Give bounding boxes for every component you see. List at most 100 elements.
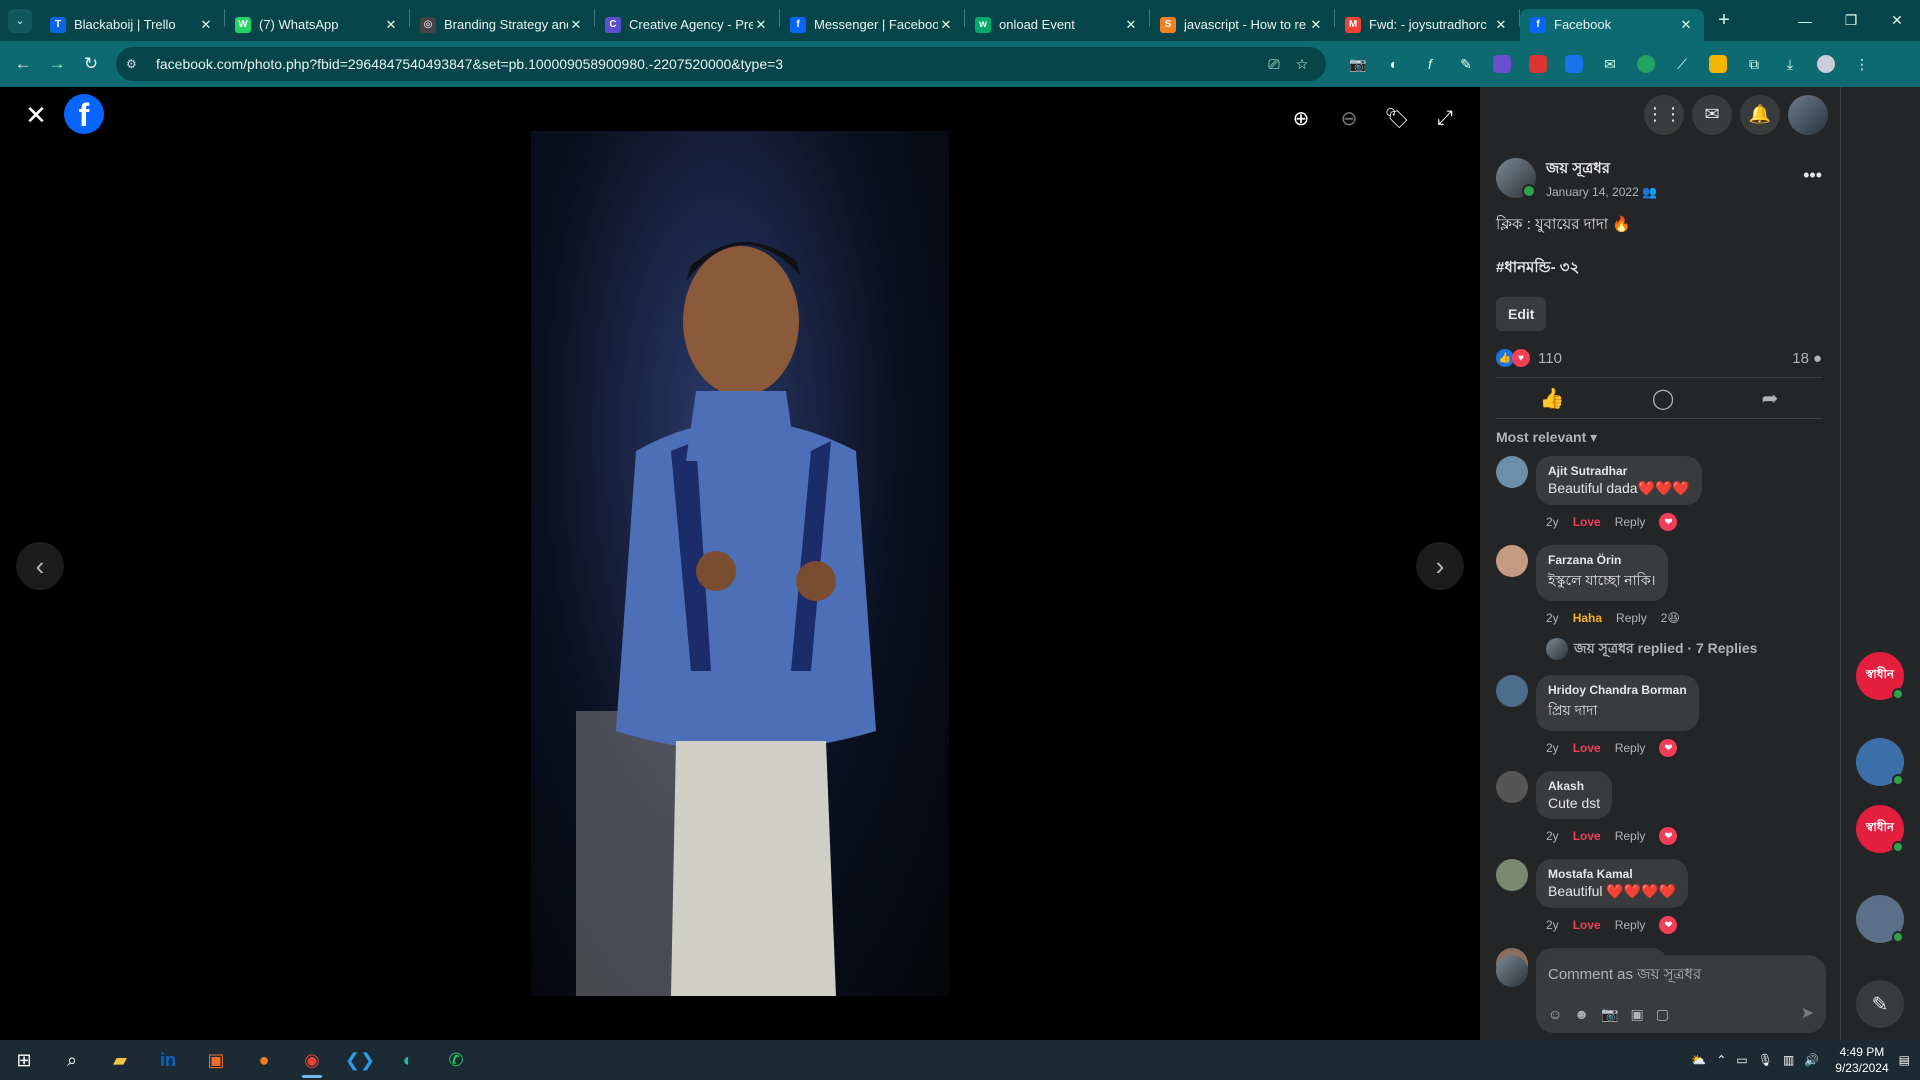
microphone-icon[interactable]: 🎙	[1758, 1053, 1773, 1067]
commenter-avatar[interactable]	[1496, 859, 1528, 891]
comment-reaction-badge[interactable]: 2😆	[1661, 609, 1680, 627]
edge-icon[interactable]: ◐	[384, 1040, 432, 1080]
comment-time[interactable]: 2y	[1546, 829, 1559, 843]
mail-extension-icon[interactable]: ✉	[1592, 49, 1628, 79]
file-explorer-icon[interactable]: ▰	[96, 1040, 144, 1080]
author-avatar[interactable]	[1496, 158, 1536, 198]
close-tab-icon[interactable]: ✕	[383, 17, 399, 33]
send-icon[interactable]: ➤	[1801, 1003, 1814, 1023]
commenter-avatar[interactable]	[1496, 771, 1528, 803]
comment-reaction-badge[interactable]: ❤	[1659, 739, 1678, 757]
close-tab-icon[interactable]: ✕	[753, 17, 769, 33]
account-avatar[interactable]	[1788, 94, 1828, 135]
commenter-name[interactable]: Akash	[1548, 779, 1600, 793]
comment-time[interactable]: 2y	[1546, 611, 1559, 625]
messenger-icon[interactable]: ✉	[1692, 94, 1732, 135]
browser-tab[interactable]: f Facebook ✕	[1520, 8, 1704, 41]
whatsapp-icon[interactable]: ✆	[432, 1040, 480, 1080]
close-tab-icon[interactable]: ✕	[198, 17, 214, 33]
contact-avatar[interactable]	[1856, 895, 1904, 943]
reload-icon[interactable]: ↻	[74, 47, 108, 81]
fullscreen-icon[interactable]: ⤢	[1430, 103, 1460, 133]
tray-chevron-icon[interactable]: ⌃	[1716, 1053, 1726, 1067]
commenter-avatar[interactable]	[1496, 545, 1528, 577]
reply-button[interactable]: Reply	[1615, 515, 1646, 529]
app-icon[interactable]: ●	[240, 1040, 288, 1080]
comment-reaction-badge[interactable]: ❤	[1659, 827, 1678, 845]
next-photo-button[interactable]: ›	[1416, 542, 1464, 590]
new-tab-button[interactable]: +	[1710, 7, 1738, 35]
pen-extension-icon[interactable]: ✎	[1448, 49, 1484, 79]
post-date[interactable]: January 14, 2022	[1546, 185, 1639, 199]
notifications-bell-icon[interactable]: 🔔	[1740, 94, 1780, 135]
comment-reaction-badge[interactable]: ❤	[1659, 916, 1678, 934]
extension-icon[interactable]	[1556, 49, 1592, 79]
volume-icon[interactable]: 🔊	[1804, 1053, 1819, 1067]
browser-tab[interactable]: ◎ Branding Strategy and ✕	[410, 9, 594, 41]
camera-extension-icon[interactable]: 📷	[1340, 49, 1376, 79]
start-windows-icon[interactable]: ⊞	[0, 1040, 48, 1080]
close-tab-icon[interactable]: ✕	[1123, 17, 1139, 33]
zoom-in-icon[interactable]: ⊕	[1286, 103, 1316, 133]
post-hashtag[interactable]: #ধানমন্ডি- ৩২	[1496, 256, 1822, 281]
more-options-icon[interactable]: •••	[1803, 165, 1822, 186]
weather-icon[interactable]: ⛅	[1691, 1053, 1706, 1067]
back-icon[interactable]: ←	[6, 47, 40, 81]
edit-button[interactable]: Edit	[1496, 297, 1547, 331]
new-message-icon[interactable]: ✎	[1856, 980, 1904, 1028]
like-button[interactable]: 👍	[1540, 386, 1565, 411]
zoom-out-icon[interactable]: ⊖	[1334, 103, 1364, 133]
sticker-icon[interactable]: ▢	[1656, 1006, 1669, 1023]
font-extension-icon[interactable]: f	[1412, 49, 1448, 79]
vscode-icon[interactable]: ❮❯	[336, 1040, 384, 1080]
commenter-name[interactable]: Mostafa Kamal	[1548, 867, 1676, 881]
commenter-name[interactable]: Farzana Örin	[1548, 553, 1656, 567]
comment-time[interactable]: 2y	[1546, 918, 1559, 932]
browser-tab[interactable]: T Blackaboij | Trello ✕	[40, 9, 224, 41]
extension-icon[interactable]	[1700, 49, 1736, 79]
extension-icon[interactable]: ◐	[1376, 49, 1412, 79]
commenter-name[interactable]: Ajit Sutradhar	[1548, 464, 1690, 478]
reply-button[interactable]: Reply	[1616, 611, 1647, 625]
menu-grid-icon[interactable]: ⋮⋮	[1644, 94, 1684, 135]
reply-button[interactable]: Reply	[1615, 918, 1646, 932]
reply-button[interactable]: Reply	[1615, 829, 1646, 843]
commenter-name[interactable]: Hridoy Chandra Borman	[1548, 683, 1687, 697]
comment-button[interactable]: ◯	[1652, 386, 1674, 411]
linkedin-icon[interactable]: in	[144, 1040, 192, 1080]
browser-menu-icon[interactable]: ⋮	[1844, 49, 1880, 79]
camera-icon[interactable]: 📷	[1601, 1006, 1618, 1023]
forward-icon[interactable]: →	[40, 47, 74, 81]
site-info-icon[interactable]: ⚙	[126, 57, 148, 71]
comment-count[interactable]: 18 ●	[1792, 350, 1822, 367]
bookmark-star-icon[interactable]: ☆	[1288, 56, 1316, 73]
view-replies-link[interactable]: জয় সূত্রধর replied · 7 Replies	[1546, 637, 1822, 661]
browser-tab[interactable]: M Fwd: - joysutradhorc ✕	[1335, 9, 1519, 41]
contact-avatar[interactable]: স্বাধীন	[1856, 805, 1904, 853]
browser-tab[interactable]: Sjavascript - How to re ✕	[1150, 9, 1334, 41]
extension-icon[interactable]	[1520, 49, 1556, 79]
comment-input[interactable]: Comment as জয় সূত্রধর ☺ ☻ 📷 ▣ ▢ ➤	[1536, 955, 1826, 1033]
sort-comments-dropdown[interactable]: Most relevant ▾	[1496, 429, 1822, 446]
comment-time[interactable]: 2y	[1546, 515, 1559, 529]
comment-time[interactable]: 2y	[1546, 741, 1559, 755]
facebook-logo[interactable]: f	[64, 94, 104, 134]
author-name[interactable]: জয় সূত্রধর	[1546, 157, 1657, 182]
extension-icon[interactable]	[1484, 49, 1520, 79]
minimize-icon[interactable]: —	[1782, 0, 1828, 41]
close-icon[interactable]: ✕	[22, 100, 50, 130]
comment-reaction-button[interactable]: Love	[1573, 515, 1601, 529]
extensions-puzzle-icon[interactable]: ⧉	[1736, 49, 1772, 79]
app-icon[interactable]: ▣	[192, 1040, 240, 1080]
close-tab-icon[interactable]: ✕	[1678, 17, 1694, 33]
extension-icon[interactable]: ⟋	[1664, 49, 1700, 79]
comment-reaction-button[interactable]: Haha	[1573, 611, 1602, 625]
emoji-icon[interactable]: ☻	[1574, 1006, 1589, 1023]
notifications-icon[interactable]: ▤	[1899, 1053, 1910, 1067]
avatar-sticker-icon[interactable]: ☺	[1548, 1006, 1562, 1023]
close-tab-icon[interactable]: ✕	[1493, 17, 1509, 33]
contact-avatar[interactable]: স্বাধীন	[1856, 652, 1904, 700]
comment-reaction-button[interactable]: Love	[1573, 918, 1601, 932]
browser-tab[interactable]: W (7) WhatsApp ✕	[225, 9, 409, 41]
commenter-avatar[interactable]	[1496, 456, 1528, 488]
